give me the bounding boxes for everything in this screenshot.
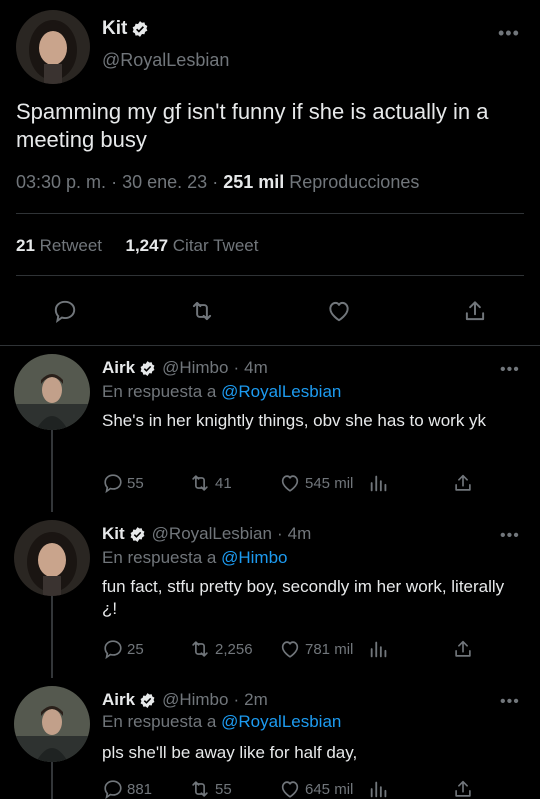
quotes-stat[interactable]: 1,247 Citar Tweet — [126, 236, 259, 255]
reply-text: pls she'll be away like for half day, — [102, 743, 358, 762]
reply-action-bar: 25 2,256 781 mil — [102, 638, 482, 662]
reply-time[interactable]: 2m — [244, 690, 268, 710]
analytics-icon[interactable] — [368, 638, 393, 660]
quotes-label: Citar Tweet — [172, 236, 259, 255]
reply-tweet[interactable]: Airk @Himbo · 2m ••• En respuesta a @Roy… — [0, 684, 540, 799]
reply-avatar[interactable] — [14, 686, 90, 762]
replying-to: En respuesta a @RoyalLesbian — [102, 382, 341, 402]
share-icon[interactable] — [452, 638, 477, 660]
verified-badge-icon — [131, 20, 149, 38]
views-count: 251 mil — [223, 172, 285, 192]
tweet-text: Spamming my gf isn't funny if she is act… — [16, 99, 489, 152]
reply-count: 881 — [127, 780, 153, 798]
replying-mention[interactable]: @Himbo — [221, 548, 287, 567]
replying-prefix: En respuesta a — [102, 712, 217, 731]
meta-separator: · — [111, 172, 118, 192]
reply-author-row[interactable]: Airk @Himbo · 2m — [102, 690, 268, 710]
reply-author-name[interactable]: Kit — [102, 524, 125, 544]
replying-mention[interactable]: @RoyalLesbian — [221, 712, 341, 731]
reply-text: fun fact, stfu pretty boy, secondly im h… — [102, 577, 505, 618]
reply-author-name[interactable]: Airk — [102, 690, 135, 710]
reply-icon[interactable] — [52, 298, 78, 324]
retweet-count: 2,256 — [215, 640, 253, 658]
analytics-icon[interactable] — [368, 472, 393, 494]
reply-tweet[interactable]: Airk @Himbo · 4m ••• En respuesta a @Roy… — [0, 352, 540, 512]
retweet-button[interactable]: 41 — [188, 472, 232, 494]
author-name[interactable]: Kit — [102, 18, 127, 40]
reply-time[interactable]: 4m — [288, 524, 312, 544]
views-label: Reproducciones — [289, 172, 420, 192]
reply-author-handle[interactable]: @Himbo — [162, 690, 228, 710]
meta-separator: · — [233, 690, 240, 709]
tweet-meta: 03:30 p. m. · 30 ene. 23 · 251 mil Repro… — [16, 172, 419, 193]
reply-button[interactable]: 55 — [102, 472, 144, 494]
share-icon[interactable] — [462, 298, 488, 324]
tweet-time: 03:30 p. m. — [16, 172, 107, 192]
retweet-button[interactable]: 2,256 — [188, 638, 253, 660]
share-icon[interactable] — [452, 778, 477, 799]
reply-button[interactable]: 25 — [102, 638, 144, 660]
retweets-count: 21 — [16, 236, 35, 255]
like-icon[interactable] — [325, 298, 353, 324]
reply-avatar[interactable] — [14, 520, 90, 596]
replying-prefix: En respuesta a — [102, 382, 217, 401]
like-count: 781 mil — [305, 640, 354, 658]
replying-to: En respuesta a @Himbo — [102, 548, 287, 568]
more-options-icon[interactable]: ••• — [500, 362, 520, 378]
meta-separator: · — [233, 358, 240, 377]
reply-tweet[interactable]: Kit @RoyalLesbian · 4m ••• En respuesta … — [0, 518, 540, 678]
divider — [16, 275, 524, 276]
retweet-icon[interactable] — [188, 298, 216, 324]
reply-author-handle[interactable]: @Himbo — [162, 358, 228, 378]
reply-text: She's in her knightly things, obv she ha… — [102, 411, 487, 430]
verified-badge-icon — [139, 360, 156, 377]
like-button[interactable]: 545 mil — [278, 472, 353, 494]
reply-time[interactable]: 4m — [244, 358, 268, 378]
reply-author-name[interactable]: Airk — [102, 358, 135, 378]
tweet-date: 30 ene. 23 — [122, 172, 208, 192]
retweets-stat[interactable]: 21 Retweet — [16, 236, 102, 255]
main-tweet: Kit @RoyalLesbian ••• Spamming my gf isn… — [0, 0, 540, 345]
more-options-icon[interactable]: ••• — [498, 24, 520, 42]
reply-author-row[interactable]: Kit @RoyalLesbian · 4m — [102, 524, 311, 544]
reply-avatar[interactable] — [14, 354, 90, 430]
like-count: 645 mil — [305, 780, 354, 798]
reply-button[interactable]: 881 — [102, 778, 152, 799]
reply-action-bar: 881 55 645 mil — [102, 778, 482, 799]
like-button[interactable]: 645 mil — [278, 778, 353, 799]
reply-action-bar: 55 41 545 mil — [102, 472, 482, 496]
divider — [16, 213, 524, 214]
more-options-icon[interactable]: ••• — [500, 528, 520, 544]
author-handle[interactable]: @RoyalLesbian — [102, 50, 229, 71]
replying-to: En respuesta a @RoyalLesbian — [102, 712, 341, 732]
divider — [0, 345, 540, 346]
reply-count: 55 — [127, 474, 144, 492]
more-options-icon[interactable]: ••• — [500, 694, 520, 710]
reply-author-row[interactable]: Airk @Himbo · 4m — [102, 358, 268, 378]
quotes-count: 1,247 — [125, 236, 169, 255]
author-name-row[interactable]: Kit — [102, 18, 149, 40]
retweets-label: Retweet — [39, 236, 103, 255]
meta-separator: · — [276, 524, 283, 543]
like-count: 545 mil — [305, 474, 354, 492]
replying-mention[interactable]: @RoyalLesbian — [221, 382, 341, 401]
share-icon[interactable] — [452, 472, 477, 494]
analytics-icon[interactable] — [368, 778, 393, 799]
reply-count: 25 — [127, 640, 144, 658]
tweet-stats: 21 Retweet 1,247 Citar Tweet — [16, 236, 258, 256]
verified-badge-icon — [129, 526, 146, 543]
verified-badge-icon — [139, 692, 156, 709]
meta-separator: · — [212, 172, 219, 192]
like-button[interactable]: 781 mil — [278, 638, 353, 660]
retweet-count: 55 — [215, 780, 232, 798]
replying-prefix: En respuesta a — [102, 548, 217, 567]
retweet-count: 41 — [215, 474, 232, 492]
reply-author-handle[interactable]: @RoyalLesbian — [152, 524, 272, 544]
retweet-button[interactable]: 55 — [188, 778, 232, 799]
author-avatar[interactable] — [16, 10, 90, 84]
